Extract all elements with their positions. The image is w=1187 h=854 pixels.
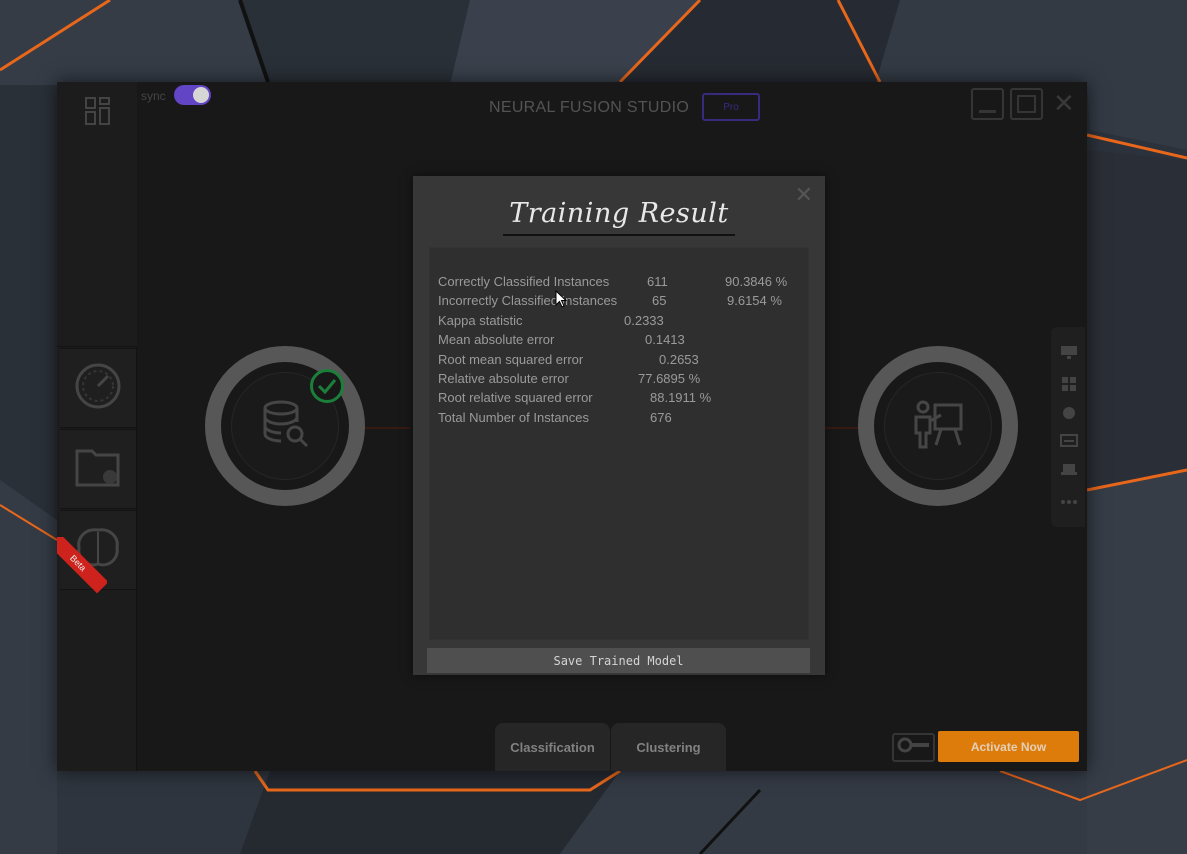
- results-panel: Correctly Classified Instances 611 90.38…: [429, 247, 809, 640]
- dialog-title: Training Result: [509, 198, 729, 229]
- result-value: 0.2653: [659, 352, 699, 367]
- mouse-cursor-icon: [555, 289, 568, 313]
- result-value: 77.6895 %: [638, 371, 701, 386]
- result-value: 676: [650, 410, 672, 425]
- result-percent: 9.6154 %: [727, 293, 782, 308]
- result-label: Total Number of Instances: [438, 410, 590, 425]
- result-value: 88.1911 %: [650, 390, 712, 405]
- training-result-dialog: ✕ Training Result Correctly Classified I…: [413, 176, 825, 675]
- result-label: Kappa statistic: [438, 313, 523, 328]
- save-trained-model-button[interactable]: Save Trained Model: [427, 648, 810, 673]
- result-value: 65: [652, 293, 667, 308]
- result-label: Mean absolute error: [438, 332, 555, 347]
- result-label: Root mean squared error: [438, 352, 584, 367]
- result-label: Relative absolute error: [438, 371, 569, 386]
- result-value: 0.1413: [645, 332, 685, 347]
- result-value: 0.2333: [624, 313, 664, 328]
- result-label: Incorrectly Classified Instances: [438, 293, 618, 308]
- result-percent: 90.3846 %: [725, 274, 788, 289]
- result-value: 611: [647, 274, 668, 289]
- result-label: Correctly Classified Instances: [438, 274, 610, 289]
- result-label: Root relative squared error: [438, 390, 593, 405]
- title-underline: [503, 234, 735, 236]
